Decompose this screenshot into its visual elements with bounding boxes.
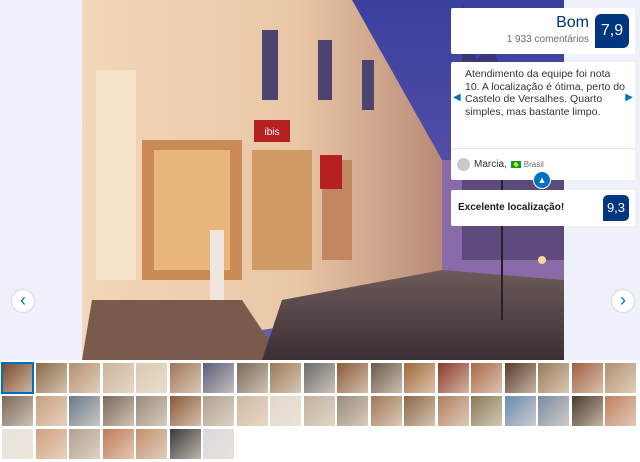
thumbnail-13[interactable]	[404, 363, 435, 393]
thumbnail-23[interactable]	[102, 396, 134, 426]
thumbnail-36[interactable]	[538, 396, 569, 426]
rating-label: Bom	[556, 14, 589, 31]
thumbnail-21[interactable]	[35, 396, 67, 426]
chevron-up-icon[interactable]: ▲	[533, 171, 551, 189]
thumbnail-18[interactable]	[571, 363, 603, 393]
thumbnail-4[interactable]	[102, 363, 134, 393]
thumbnail-3[interactable]	[69, 363, 100, 393]
next-photo-button[interactable]: ›	[612, 290, 634, 312]
thumbnail-28[interactable]	[270, 396, 301, 426]
next-review-icon[interactable]: ▶	[625, 92, 633, 103]
reviewer-country: Brasil	[510, 160, 544, 169]
reviewer-country-name: Brasil	[523, 160, 544, 169]
thumbnail-43[interactable]	[136, 429, 167, 459]
score-badge: 7,9	[595, 14, 629, 48]
thumbnail-8[interactable]	[236, 363, 268, 393]
thumbnail-10[interactable]	[303, 363, 335, 393]
thumbnail-37[interactable]	[571, 396, 603, 426]
thumbnail-14[interactable]	[437, 363, 469, 393]
thumbnail-41[interactable]	[69, 429, 100, 459]
highlight-label: Excelente localização!	[458, 202, 565, 213]
avatar-icon	[457, 158, 470, 171]
ibis-vertical-sign	[320, 155, 342, 189]
thumbnail-29[interactable]	[303, 396, 335, 426]
thumbnail-20[interactable]	[2, 396, 33, 426]
thumbnail-22[interactable]	[69, 396, 100, 426]
photo-gallery: ‹ ibis › Bom 1 933 comentários 7,9 ◀ Ate…	[0, 0, 640, 360]
featured-review-card: ◀ Atendimento da equipe foi nota 10. A l…	[451, 62, 635, 180]
thumbnail-31[interactable]	[370, 396, 402, 426]
previous-review-icon[interactable]: ◀	[453, 92, 461, 103]
thumbnail-45[interactable]	[203, 429, 234, 459]
main-hotel-photo[interactable]: ibis	[82, 0, 564, 360]
review-divider	[451, 148, 635, 149]
thumbnail-11[interactable]	[337, 363, 368, 393]
brazil-flag-icon	[510, 161, 521, 168]
reviewer-info: Marcia, Brasil	[457, 158, 544, 171]
hotel-exterior-illustration: ibis	[82, 0, 564, 360]
thumbnail-19[interactable]	[605, 363, 636, 393]
thumbnail-26[interactable]	[203, 396, 234, 426]
thumbnail-9[interactable]	[270, 363, 301, 393]
thumbnail-6[interactable]	[169, 363, 201, 393]
location-score-badge: 9,3	[603, 195, 629, 221]
thumbnail-30[interactable]	[337, 396, 368, 426]
thumbnail-42[interactable]	[102, 429, 134, 459]
thumbnail-7[interactable]	[203, 363, 234, 393]
thumbnail-32[interactable]	[404, 396, 435, 426]
thumbnail-39[interactable]	[2, 429, 33, 459]
svg-text:ibis: ibis	[264, 127, 279, 138]
reviewer-name: Marcia,	[474, 159, 507, 170]
thumbnail-40[interactable]	[35, 429, 67, 459]
thumbnail-38[interactable]	[605, 396, 636, 426]
thumbnail-5[interactable]	[136, 363, 167, 393]
thumbnail-34[interactable]	[471, 396, 502, 426]
thumbnail-16[interactable]	[504, 363, 536, 393]
thumbnail-24[interactable]	[136, 396, 167, 426]
location-highlight-card: Excelente localização! 9,3	[451, 190, 635, 226]
thumbnail-25[interactable]	[169, 396, 201, 426]
thumbnail-44[interactable]	[169, 429, 201, 459]
thumbnail-17[interactable]	[538, 363, 569, 393]
thumbnail-2[interactable]	[35, 363, 67, 393]
review-count: 1 933 comentários	[506, 34, 589, 45]
review-text: Atendimento da equipe foi nota 10. A loc…	[465, 68, 625, 118]
thumbnail-27[interactable]	[236, 396, 268, 426]
review-score-card[interactable]: Bom 1 933 comentários 7,9	[451, 8, 635, 54]
thumbnail-33[interactable]	[437, 396, 469, 426]
thumbnail-35[interactable]	[504, 396, 536, 426]
thumbnail-15[interactable]	[471, 363, 502, 393]
previous-photo-button[interactable]: ‹	[12, 290, 34, 312]
thumbnail-1[interactable]	[1, 362, 34, 394]
thumbnail-12[interactable]	[370, 363, 402, 393]
